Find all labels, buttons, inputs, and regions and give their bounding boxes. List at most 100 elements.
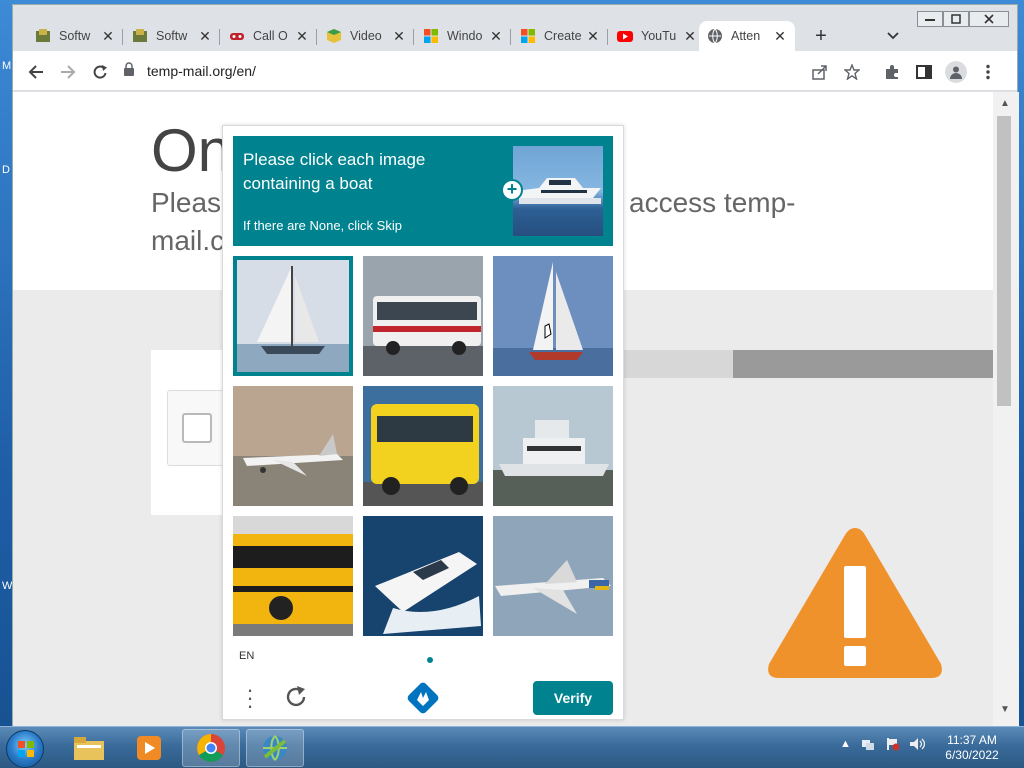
extensions-puzzle-icon[interactable]	[881, 61, 903, 83]
tab-attention[interactable]: Atten ✕	[699, 21, 795, 51]
close-icon[interactable]: ✕	[295, 28, 309, 45]
cube-icon	[326, 28, 342, 44]
challenge-prompt-banner: Please click each image containing a boa…	[233, 136, 613, 246]
warning-icon	[768, 528, 942, 678]
tab-windows[interactable]: Windo ✕	[415, 21, 511, 51]
close-icon[interactable]: ✕	[101, 28, 115, 45]
show-hidden-icons-arrow-icon[interactable]: ▲	[840, 738, 851, 750]
page-title: On	[151, 117, 232, 184]
desktop-edge-letter: M	[2, 60, 12, 72]
desktop-edge-letter: W	[2, 580, 13, 592]
scroll-up-arrow-icon[interactable]: ▲	[1000, 98, 1010, 109]
challenge-image-grid	[233, 256, 613, 636]
action-center-flag-icon[interactable]	[885, 737, 899, 751]
tab-strip: Softw ✕ Softw ✕ Call O ✕ Video ✕ Windo ✕…	[13, 5, 1017, 51]
software-icon	[35, 28, 51, 44]
clock-date: 6/30/2022	[945, 748, 999, 762]
tab-software-1[interactable]: Softw ✕	[27, 21, 123, 51]
clock-time: 11:37 AM	[947, 733, 997, 747]
challenge-tile[interactable]	[493, 386, 613, 506]
challenge-skip-hint: If there are None, click Skip	[243, 218, 402, 233]
restore-button[interactable]	[943, 11, 969, 27]
hcaptcha-challenge-dialog: Please click each image containing a boa…	[222, 125, 624, 720]
start-button[interactable]	[6, 730, 44, 768]
desktop-edge-letter: D	[2, 164, 10, 176]
challenge-tile[interactable]	[233, 516, 353, 636]
close-icon[interactable]: ✕	[586, 28, 600, 45]
windows-logo-icon	[423, 28, 439, 44]
subtitle-right: access temp-	[629, 187, 796, 218]
chrome-taskbar-icon[interactable]	[182, 729, 240, 767]
windows-taskbar: ▲ 11:37 AM 6/30/2022	[0, 726, 1024, 768]
tab-video[interactable]: Video ✕	[318, 21, 414, 51]
subtitle-line2: mail.c	[151, 225, 225, 256]
file-explorer-taskbar-icon[interactable]	[60, 729, 118, 767]
url-text: temp-mail.org/en/	[147, 63, 256, 79]
bookmark-star-icon[interactable]	[841, 61, 863, 83]
close-window-button[interactable]	[969, 11, 1009, 27]
pagination-dot	[427, 657, 433, 663]
close-icon[interactable]: ✕	[683, 28, 697, 45]
tab-label: Atten	[731, 29, 761, 43]
kebab-menu-icon[interactable]	[977, 61, 999, 83]
system-tray: ▲	[840, 737, 925, 751]
side-panel-icon[interactable]	[913, 61, 935, 83]
verify-button[interactable]: Verify	[533, 681, 613, 715]
tab-call-of[interactable]: Call O ✕	[221, 21, 317, 51]
browser-toolbar: temp-mail.org/en/	[13, 51, 1017, 91]
taskbar-clock[interactable]: 11:37 AM 6/30/2022	[932, 733, 1012, 763]
challenge-tile[interactable]	[363, 516, 483, 636]
scroll-down-arrow-icon[interactable]: ▼	[1000, 704, 1010, 715]
grey-banner-notch	[613, 350, 733, 378]
close-icon[interactable]: ✕	[392, 28, 406, 45]
minimize-button[interactable]	[917, 11, 943, 27]
sample-boat-image	[513, 146, 603, 236]
volume-icon[interactable]	[909, 737, 925, 751]
youtube-icon	[617, 28, 633, 44]
challenge-tile[interactable]	[233, 386, 353, 506]
plus-icon: +	[501, 179, 523, 201]
challenge-tile[interactable]	[363, 386, 483, 506]
challenge-prompt-text: Please click each image containing a boa…	[243, 150, 426, 193]
media-player-taskbar-icon[interactable]	[120, 729, 178, 767]
refresh-challenge-icon[interactable]	[283, 684, 309, 710]
reload-icon[interactable]	[89, 61, 111, 83]
tab-label: Windo	[447, 29, 483, 43]
close-icon[interactable]: ✕	[198, 28, 212, 45]
tab-label: Softw	[59, 29, 91, 43]
profile-avatar-icon[interactable]	[945, 61, 967, 83]
challenge-tile[interactable]	[233, 256, 353, 376]
close-icon[interactable]: ✕	[773, 28, 787, 45]
challenge-tile[interactable]	[363, 256, 483, 376]
tab-youtube[interactable]: YouTu ✕	[609, 21, 705, 51]
tab-label: YouTu	[641, 29, 677, 43]
forward-arrow-icon[interactable]	[57, 61, 79, 83]
network-icon[interactable]	[861, 737, 875, 751]
tab-software-2[interactable]: Softw ✕	[124, 21, 220, 51]
new-tab-button[interactable]: +	[809, 25, 833, 48]
windows-logo-icon	[520, 28, 536, 44]
scroll-thumb[interactable]	[997, 116, 1011, 406]
software-icon	[132, 28, 148, 44]
language-selector[interactable]: EN	[239, 650, 254, 662]
back-arrow-icon[interactable]	[25, 61, 47, 83]
share-icon[interactable]	[809, 61, 831, 83]
tab-label: Call O	[253, 29, 288, 43]
network-app-taskbar-icon[interactable]	[246, 729, 304, 767]
lock-icon	[123, 61, 137, 81]
tab-search-button[interactable]	[885, 27, 901, 45]
page-scrollbar[interactable]: ▲ ▼	[993, 92, 1019, 727]
hcaptcha-logo-icon	[407, 682, 439, 714]
tab-label: Video	[350, 29, 382, 43]
gamepad-icon	[229, 28, 245, 44]
address-bar[interactable]: temp-mail.org/en/	[123, 57, 863, 85]
challenge-tile[interactable]	[493, 516, 613, 636]
tab-label: Softw	[156, 29, 188, 43]
more-options-icon[interactable]: · · ·	[243, 679, 257, 717]
challenge-tile[interactable]	[493, 256, 613, 376]
captcha-checkbox[interactable]	[182, 413, 212, 443]
close-icon[interactable]: ✕	[489, 28, 503, 45]
globe-icon	[707, 28, 723, 44]
tab-create[interactable]: Create ✕	[512, 21, 608, 51]
tab-label: Create	[544, 29, 582, 43]
